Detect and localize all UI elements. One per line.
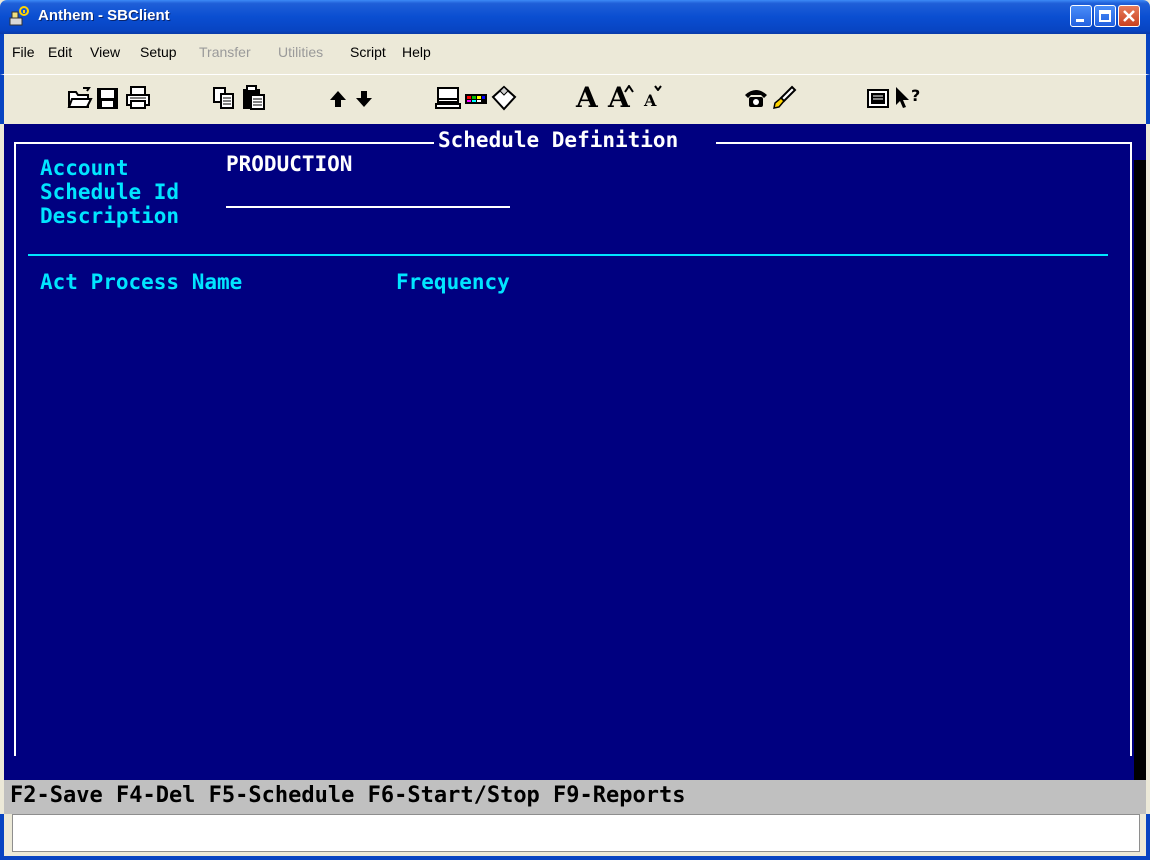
command-input[interactable] bbox=[12, 814, 1140, 852]
font-large-icon[interactable]: A bbox=[576, 81, 598, 114]
font-decrease-icon[interactable]: A bbox=[644, 91, 656, 110]
monitor-icon[interactable] bbox=[434, 83, 462, 113]
menu-setup[interactable]: Setup bbox=[140, 44, 177, 60]
schedule-id-label: Schedule Id bbox=[40, 180, 180, 204]
menu-edit[interactable]: Edit bbox=[48, 44, 72, 60]
save-icon[interactable] bbox=[94, 83, 122, 113]
description-label: Description bbox=[40, 204, 180, 228]
maximize-icon bbox=[1099, 10, 1111, 22]
frame-border-top-right bbox=[716, 142, 1132, 144]
arrow-up-icon[interactable] bbox=[324, 83, 352, 113]
brush-icon[interactable] bbox=[770, 83, 798, 113]
decrease-caret-icon bbox=[654, 85, 662, 91]
copy-icon[interactable] bbox=[210, 83, 238, 113]
menu-file[interactable]: File bbox=[12, 44, 35, 60]
column-act-process-name: Act Process Name bbox=[40, 270, 243, 294]
frame-border-left bbox=[14, 142, 16, 756]
section-separator bbox=[28, 254, 1108, 256]
terminal-screen[interactable]: Schedule Definition Account PRODUCTION S… bbox=[4, 124, 1146, 780]
minimize-icon bbox=[1076, 19, 1084, 22]
terminal-plug-icon bbox=[9, 6, 29, 26]
arrow-down-icon[interactable] bbox=[350, 83, 378, 113]
column-frequency: Frequency bbox=[396, 270, 510, 294]
status-bar bbox=[0, 814, 1150, 860]
maximize-button[interactable] bbox=[1094, 5, 1116, 27]
minimize-button[interactable] bbox=[1070, 5, 1092, 27]
help-pointer-icon[interactable]: ? bbox=[892, 83, 926, 113]
toolbar: A A A ? bbox=[0, 74, 1150, 124]
window-title-bar[interactable]: Anthem - SBClient bbox=[0, 0, 1150, 34]
frame-border-right bbox=[1130, 142, 1132, 756]
function-key-bar: F2-Save F4-Del F5-Schedule F6-Start/Stop… bbox=[4, 780, 1146, 814]
menu-view[interactable]: View bbox=[90, 44, 120, 60]
close-icon bbox=[1123, 10, 1135, 22]
paste-icon[interactable] bbox=[240, 83, 268, 113]
account-value: PRODUCTION bbox=[226, 152, 353, 176]
screen-icon[interactable] bbox=[864, 83, 892, 113]
menu-bar: File Edit View Setup Transfer Utilities … bbox=[0, 34, 1150, 74]
schedule-id-input[interactable] bbox=[226, 206, 510, 208]
frame-border-top-left bbox=[14, 142, 434, 144]
menu-utilities[interactable]: Utilities bbox=[278, 44, 323, 60]
color-palette-icon[interactable] bbox=[462, 83, 490, 113]
close-button[interactable] bbox=[1118, 5, 1140, 27]
svg-text:?: ? bbox=[911, 86, 920, 105]
account-label: Account bbox=[40, 156, 129, 180]
increase-caret-icon bbox=[624, 85, 634, 93]
clear-icon[interactable] bbox=[490, 83, 518, 113]
menu-script[interactable]: Script bbox=[350, 44, 386, 60]
menu-transfer[interactable]: Transfer bbox=[199, 44, 251, 60]
terminal-edge bbox=[1134, 160, 1146, 780]
window-title: Anthem - SBClient bbox=[38, 7, 170, 24]
screen-title: Schedule Definition bbox=[438, 128, 679, 152]
menu-help[interactable]: Help bbox=[402, 44, 431, 60]
open-folder-icon[interactable] bbox=[66, 83, 94, 113]
print-icon[interactable] bbox=[124, 83, 152, 113]
function-key-legend: F2-Save F4-Del F5-Schedule F6-Start/Stop… bbox=[10, 783, 686, 808]
phone-icon[interactable] bbox=[742, 83, 770, 113]
